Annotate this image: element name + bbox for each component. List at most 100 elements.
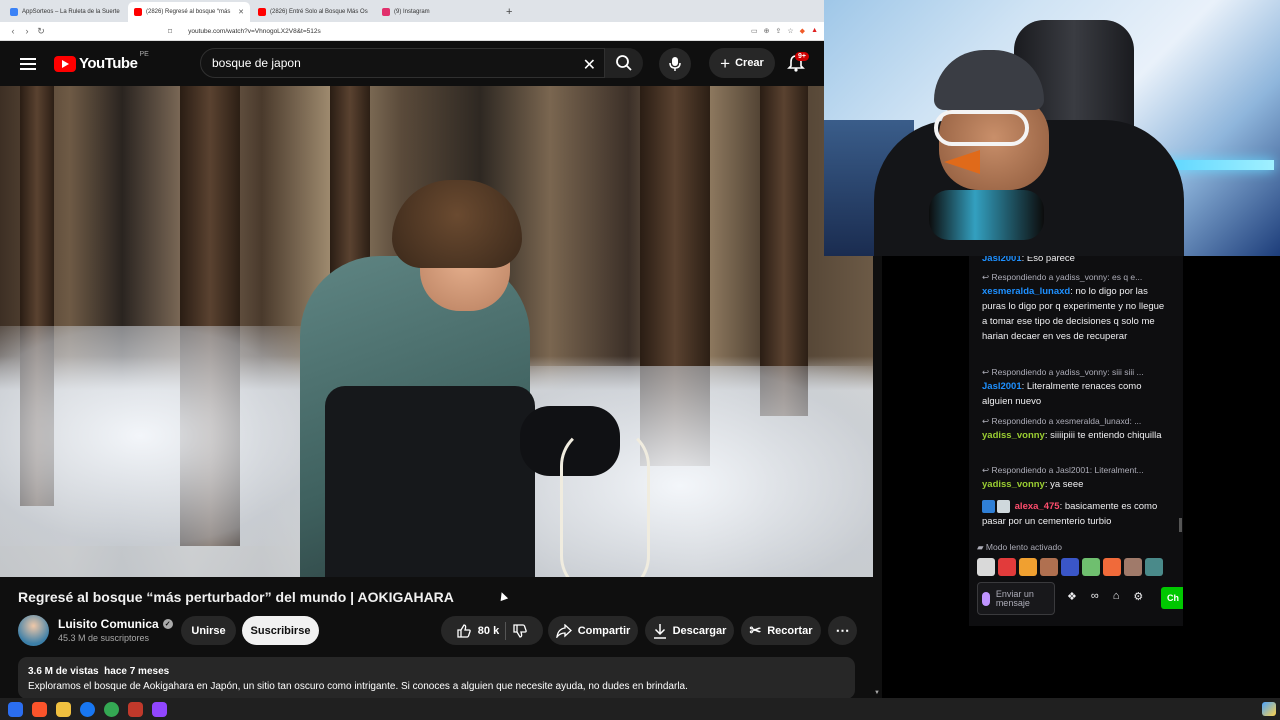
search-input[interactable]: bosque de japon ✕ (200, 48, 605, 78)
system-tray-icon[interactable] (1262, 702, 1276, 716)
browser-tab-appsorteos[interactable]: AppSorteos – La Ruleta de la Suerte (4, 2, 126, 22)
like-button[interactable]: 80 k (456, 623, 499, 639)
chrome-icon[interactable] (104, 701, 119, 717)
clear-search-icon[interactable]: ✕ (583, 55, 596, 75)
store-icon[interactable]: ⌂ (1113, 590, 1120, 603)
subscribe-button[interactable]: Suscribirse (242, 616, 319, 645)
video-player[interactable] (0, 86, 873, 577)
clip-button[interactable]: ✂ Recortar (741, 616, 821, 645)
channel-name[interactable]: Luisito Comunica (58, 617, 159, 631)
os-taskbar (0, 698, 1280, 720)
back-icon[interactable]: ‹ (6, 26, 20, 36)
emote-bar (977, 558, 1163, 576)
url-field[interactable]: ⌑ youtube.com/watch?v=VhnogoLX2V8&t=512s (168, 27, 751, 36)
download-button[interactable]: Descargar (645, 616, 734, 645)
reply-text: Respondiendo a Jasl2001: Literalment... (991, 465, 1144, 475)
bits-icon[interactable]: ❖ (1067, 590, 1077, 603)
chat-send-button[interactable]: Ch (1161, 587, 1183, 609)
emote-icon[interactable] (1019, 558, 1037, 576)
chat-username[interactable]: Jasl2001 (982, 256, 1022, 264)
slow-mode-icon: ▰ (977, 542, 986, 552)
chat-username[interactable]: alexa_475 (1015, 501, 1060, 512)
reply-context[interactable]: ↩ Respondiendo a Jasl2001: Literalment..… (982, 465, 1172, 476)
scissors-icon: ✂ (749, 622, 762, 638)
chat-tools: ❖ ∞ ⌂ ⚙ (1067, 590, 1143, 603)
create-button[interactable]: + Crear (709, 48, 775, 78)
brave-browser-icon[interactable] (32, 701, 47, 717)
reply-text: Respondiendo a xesmeralda_lunaxd: ... (991, 416, 1142, 426)
browser-tab-youtube[interactable]: (2826) Entré Solo al Bosque Más Os (252, 2, 374, 22)
emote-icon[interactable] (1061, 558, 1079, 576)
chat-message: xesmeralda_lunaxd: no lo digo por las pu… (982, 284, 1172, 344)
snow-patch (0, 326, 320, 546)
chat-send-label: Ch (1167, 593, 1179, 603)
emote-icon[interactable] (1124, 558, 1142, 576)
description-box[interactable]: 3.6 M de vistas hace 7 meses Exploramos … (18, 657, 855, 699)
forward-icon[interactable]: › (20, 26, 34, 36)
chat-message: yadiss_vonny: siiiipiii te entiendo chiq… (982, 428, 1172, 443)
chat-text: : siiiipiii te entiendo chiquilla (1044, 430, 1162, 441)
verified-icon: ✓ (162, 619, 173, 629)
reply-context[interactable]: ↩ Respondiendo a xesmeralda_lunaxd: ... (982, 416, 1172, 427)
thumbs-down-icon[interactable] (512, 623, 528, 639)
download-icon (653, 623, 666, 639)
youtube-logo[interactable]: YouTube PE (54, 51, 149, 72)
emote-picker-icon[interactable]: ∞ (1091, 590, 1099, 603)
description-text: Exploramos el bosque de Aokigahara en Ja… (28, 681, 688, 692)
chat-mic-icon[interactable] (982, 591, 990, 606)
emote-icon[interactable] (1082, 558, 1100, 576)
reply-text: Respondiendo a yadiss_vonny: siii siii .… (991, 367, 1144, 377)
youtube-wordmark: YouTube (79, 55, 138, 72)
close-tab-icon[interactable]: ✕ (235, 8, 244, 16)
join-label: Unirse (191, 624, 226, 637)
chat-username[interactable]: yadiss_vonny (982, 430, 1045, 441)
emote-icon[interactable] (1040, 558, 1058, 576)
alert-icon[interactable]: ▲ (811, 27, 818, 35)
tab-label: (9) Instagram (394, 9, 430, 15)
browser-tab-youtube-active[interactable]: (2826) Regresé al bosque “más ✕ (128, 2, 250, 22)
zoom-icon[interactable]: ⊕ (764, 27, 770, 35)
chat-scrollbar[interactable] (1179, 518, 1182, 532)
more-actions-button[interactable]: ⋯ (828, 616, 857, 645)
voice-search-button[interactable] (659, 48, 691, 80)
reply-context[interactable]: ↩ Respondiendo a yadiss_vonny: siii siii… (982, 367, 1172, 378)
menu-icon[interactable] (20, 57, 36, 70)
search-button[interactable] (605, 48, 643, 78)
share-icon[interactable]: ⇪ (776, 27, 782, 35)
views-and-date: 3.6 M de vistas hace 7 meses (28, 666, 170, 677)
emote-icon[interactable] (998, 558, 1016, 576)
search-icon (616, 55, 632, 71)
app-icon[interactable] (128, 701, 143, 717)
scroll-down-arrow-icon[interactable]: ▼ (874, 690, 880, 696)
chat-message-input[interactable]: Enviar un mensaje (977, 582, 1055, 615)
new-tab-button[interactable]: + (500, 6, 518, 22)
join-button[interactable]: Unirse (181, 616, 236, 645)
start-icon[interactable] (8, 701, 23, 717)
channel-avatar[interactable] (18, 615, 49, 646)
slow-mode-notice: ▰ Modo lento activado (977, 542, 1062, 553)
emote-icon[interactable] (1145, 558, 1163, 576)
settings-gear-icon[interactable]: ⚙ (1133, 590, 1143, 603)
chat-text: : ya seee (1044, 479, 1084, 490)
file-explorer-icon[interactable] (56, 701, 71, 717)
emote-icon[interactable] (977, 558, 995, 576)
cast-icon[interactable]: ▭ (751, 27, 758, 35)
chat-username[interactable]: yadiss_vonny (982, 479, 1045, 490)
channel-name-row[interactable]: Luisito Comunica ✓ (58, 617, 173, 631)
emote-icon[interactable] (1103, 558, 1121, 576)
star-icon[interactable]: ☆ (787, 27, 793, 35)
clown-nose (944, 150, 980, 174)
youtube-favicon-icon (258, 8, 266, 16)
facebook-icon[interactable] (80, 701, 95, 717)
chat-username[interactable]: Jasl2001 (982, 381, 1022, 392)
reply-context[interactable]: ↩ Respondiendo a yadiss_vonny: es q e... (982, 272, 1172, 283)
subscriber-count: 45.3 M de suscriptores (58, 633, 150, 643)
bookmark-icon[interactable]: ⌑ (168, 27, 172, 36)
share-button[interactable]: Compartir (548, 616, 638, 645)
shield-icon[interactable]: ◆ (800, 27, 805, 35)
twitch-icon[interactable] (152, 701, 167, 717)
browser-tab-bar: AppSorteos – La Ruleta de la Suerte (282… (0, 0, 824, 22)
reload-icon[interactable]: ↻ (34, 26, 48, 37)
browser-tab-instagram[interactable]: (9) Instagram (376, 2, 498, 22)
chat-username[interactable]: xesmeralda_lunaxd (982, 286, 1070, 297)
